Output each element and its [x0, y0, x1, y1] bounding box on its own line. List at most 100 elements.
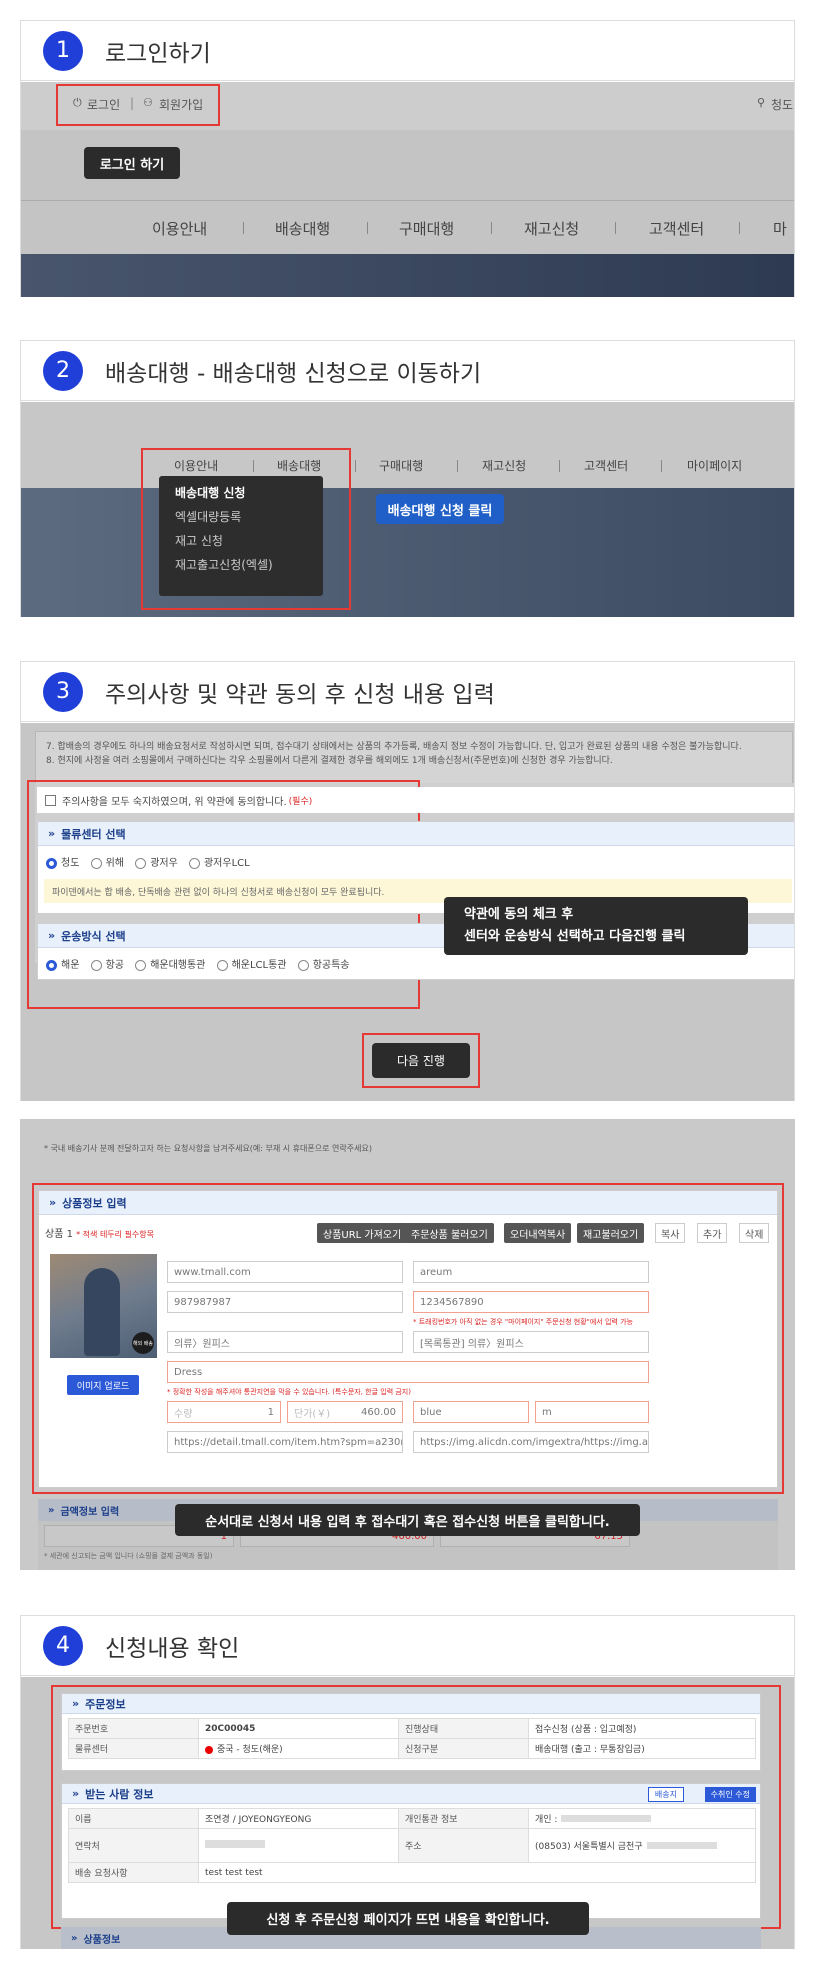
step-4-header: 4 신청내용 확인 — [21, 1616, 794, 1676]
cell-label: 연락처 — [68, 1828, 199, 1863]
signup-link[interactable]: 회원가입 — [159, 96, 203, 113]
order-number: 20C00045 — [198, 1718, 399, 1739]
menu-item-stock[interactable]: 재고 신청 — [175, 532, 307, 556]
radio[interactable] — [90, 959, 102, 971]
radio[interactable] — [90, 857, 102, 869]
step-title: 신청내용 확인 — [105, 1635, 240, 1662]
nav-item[interactable]: 마 — [773, 218, 787, 239]
customs-category-select[interactable]: [목록통관] 의류〉원피스 — [413, 1331, 649, 1353]
menu-item-apply[interactable]: 배송대행 신청 — [175, 484, 307, 508]
step-3-header: 3 주의사항 및 약관 동의 후 신청 내용 입력 — [21, 662, 794, 722]
cell-value: 배송대행 (출고 : 무통장입금) — [528, 1738, 756, 1759]
required-mark: (필수) — [288, 796, 313, 807]
cell-label: 진행상태 — [398, 1718, 529, 1739]
step-1: 1 로그인하기 ⏻ 로그인 | ⚇ 회원가입 ⚲ 청도 로그인 하기 이용안내 … — [20, 20, 795, 297]
image-upload-button[interactable]: 이미지 업로드 — [67, 1375, 139, 1395]
nav-item[interactable]: 이용안내 — [152, 218, 207, 239]
notice-text: 8. 현지에 사정을 여러 소핑몰에서 구매하신다는 각우 소핑몰에서 다른게 … — [46, 756, 613, 766]
radio-checked[interactable] — [46, 959, 57, 971]
edit-recipient-button[interactable]: 수취인 수정 — [704, 1787, 756, 1802]
login-tooltip: 로그인 하기 — [84, 147, 180, 179]
table-row: 물류센터 중국 - 청도(해운) 신청구분 배송대행 (출고 : 무통장입금) — [68, 1738, 756, 1759]
nav-item[interactable]: 마이페이지 — [687, 457, 742, 474]
order-table: 주문번호 20C00045 진행상태 접수신청 (상품 : 입고예정) 물류센터… — [68, 1718, 756, 1759]
menu-item-excel[interactable]: 엑셀대량등록 — [175, 508, 307, 532]
copy-button[interactable]: 복사 — [655, 1223, 686, 1243]
step-number: 4 — [43, 1625, 83, 1666]
radio[interactable] — [188, 857, 200, 869]
user-plus-icon: ⚇ — [143, 96, 153, 109]
radio-checked[interactable] — [46, 857, 57, 869]
redacted-block — [205, 1840, 265, 1848]
next-button[interactable]: 다음 진행 — [372, 1043, 470, 1078]
cell-label: 개인통관 정보 — [398, 1808, 529, 1829]
size-input[interactable]: m — [535, 1401, 649, 1423]
radio[interactable] — [135, 959, 147, 971]
stock-load-button[interactable]: 재고불러오기 — [577, 1223, 645, 1243]
step-2-header: 2 배송대행 - 배송대행 신청으로 이동하기 — [21, 341, 794, 401]
menu-item-stock-out[interactable]: 재고출고신청(엑셀) — [175, 556, 307, 580]
radio[interactable] — [135, 857, 147, 869]
nav-item[interactable]: 재고신청 — [482, 457, 526, 474]
image-url-input[interactable]: https://img.alicdn.com/imgextra/https://… — [413, 1431, 649, 1453]
phone-value — [198, 1828, 399, 1863]
cell-label: 신청구분 — [398, 1738, 529, 1759]
agree-checkbox[interactable] — [45, 794, 56, 806]
recv-table: 이름 조연경 / JOYEONGYEONG 개인통관 정보 개인 : 연락처 주… — [68, 1808, 756, 1883]
cell-value: 중국 - 청도(해운) — [198, 1738, 399, 1759]
qty-input[interactable]: 수량 1 — [167, 1401, 281, 1423]
shop-input[interactable]: www.tmall.com — [167, 1261, 403, 1283]
product-name-input[interactable]: Dress — [167, 1361, 649, 1383]
address-book-button[interactable]: 배송지 — [647, 1787, 684, 1802]
overseas-badge: 해외 배송 — [132, 1332, 154, 1354]
form-tooltip: 순서대로 신청서 내용 입력 후 접수대기 혹은 접수신청 버튼을 클릭합니다. — [175, 1504, 640, 1536]
radio[interactable] — [216, 959, 228, 971]
product-image: 해외 배송 — [50, 1254, 157, 1358]
step-3-screenshot: 7. 합배송의 경우에도 하나의 배송요청서로 작성하시면 되며, 접수대기 상… — [21, 723, 794, 1101]
step-4: 4 신청내용 확인 » 주문정보 주문번호 20C00045 진행상태 접수신청 … — [20, 1615, 795, 1949]
step-title: 배송대행 - 배송대행 신청으로 이동하기 — [105, 360, 482, 387]
radio[interactable] — [297, 959, 309, 971]
name-note: * 정확한 작성을 해주셔야 통관지연을 막을 수 있습니다. (특수문자, 한… — [167, 1388, 411, 1396]
url-import-button[interactable]: 상품URL 가져오기 — [317, 1223, 408, 1243]
cell-label: 이름 — [68, 1808, 199, 1829]
tracking-note: * 트래킹번호가 아직 없는 경우 "마이페이지" 주문신청 현황"에서 입력 … — [413, 1318, 633, 1326]
table-row: 연락처 주소 (08503) 서울특별시 금천구 — [68, 1828, 756, 1863]
product-url-input[interactable]: https://detail.tmall.com/item.htm?spm=a2… — [167, 1431, 403, 1453]
nav-item[interactable]: 고객센터 — [584, 457, 628, 474]
nav-item[interactable]: 구매대행 — [379, 457, 423, 474]
nav-item[interactable]: 고객센터 — [649, 218, 704, 239]
price-input[interactable]: 단가(￥) 460.00 — [287, 1401, 403, 1423]
name-input[interactable]: areum — [413, 1261, 649, 1283]
step-4-screenshot: » 주문정보 주문번호 20C00045 진행상태 접수신청 (상품 : 입고예정… — [21, 1677, 794, 1949]
nav-item[interactable]: 배송대행 — [275, 218, 330, 239]
recv-panel: » 받는 사람 정보 배송지 수취인 수정 이름 조연경 / JOYEONGYEO… — [61, 1783, 761, 1919]
category-select[interactable]: 의류〉원피스 — [167, 1331, 403, 1353]
address-value: (08503) 서울특별시 금천구 — [528, 1828, 756, 1863]
nav-item[interactable]: 구매대행 — [399, 218, 454, 239]
top-note: * 국내 배송기사 분께 전달하고자 하는 요청사항을 남겨주세요(예: 부재 … — [44, 1144, 372, 1153]
hero-banner — [21, 254, 794, 297]
redacted-block — [646, 1842, 717, 1849]
color-input[interactable]: blue — [413, 1401, 529, 1423]
nav-item[interactable]: 재고신청 — [524, 218, 579, 239]
order-panel: » 주문정보 주문번호 20C00045 진행상태 접수신청 (상품 : 입고예정… — [61, 1693, 761, 1771]
cell-label: 물류센터 — [68, 1738, 199, 1759]
agree-tooltip: 약관에 동의 체크 후 센터와 운송방식 선택하고 다음진행 클릭 — [444, 897, 748, 955]
order-copy-button[interactable]: 오더내역복사 — [504, 1223, 572, 1243]
tracking-input[interactable]: 1234567890 — [413, 1291, 649, 1313]
order-no-input[interactable]: 987987987 — [167, 1291, 403, 1313]
add-button[interactable]: 추가 — [697, 1223, 728, 1243]
recipient-name: 조연경 / JOYEONGYEONG — [198, 1808, 399, 1829]
dress-figure — [84, 1268, 120, 1356]
agree-row: 주의사항을 모두 숙지하였으며, 위 약관에 동의합니다. (필수) — [37, 787, 794, 813]
delete-button[interactable]: 삭제 — [739, 1223, 770, 1243]
step-3: 3 주의사항 및 약관 동의 후 신청 내용 입력 7. 합배송의 경우에도 하… — [20, 661, 795, 1101]
recv-title: » 받는 사람 정보 배송지 수취인 수정 — [62, 1784, 760, 1804]
login-link[interactable]: 로그인 — [87, 96, 120, 113]
order-load-button[interactable]: 주문상품 불러오기 — [405, 1223, 494, 1243]
divider: | — [130, 96, 135, 110]
step-2: 2 배송대행 - 배송대행 신청으로 이동하기 이용안내 배송대행 구매대행 재… — [20, 340, 795, 617]
step-2-screenshot: 이용안내 배송대행 구매대행 재고신청 고객센터 마이페이지 배송대행 신청 엑… — [21, 402, 794, 617]
cell-value: 접수신청 (상품 : 입고예정) — [528, 1718, 756, 1739]
